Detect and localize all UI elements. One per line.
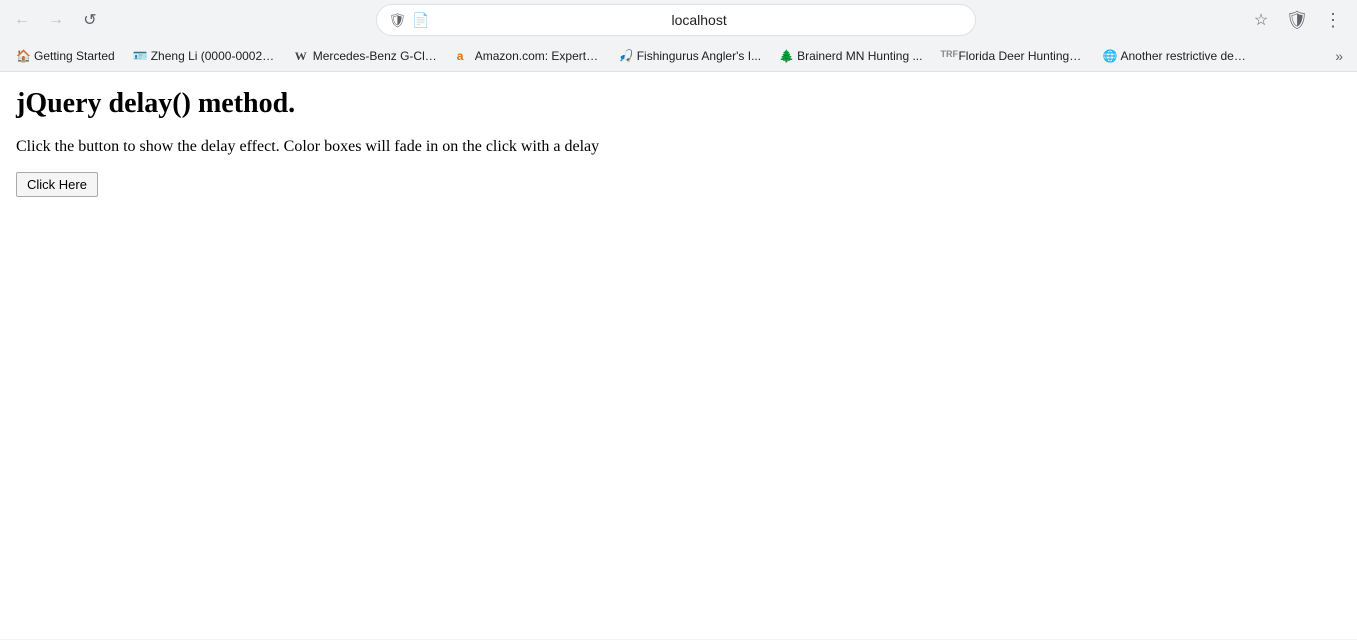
bookmark-favicon-another-restrictive: 🌐: [1102, 49, 1116, 63]
bookmark-label-amazon: Amazon.com: ExpertP...: [475, 49, 601, 63]
bookmark-fishingurus[interactable]: 🎣 Fishingurus Angler's I...: [611, 47, 769, 65]
bookmark-florida-deer[interactable]: TRF Florida Deer Hunting S...: [932, 47, 1092, 65]
bookmark-label-brainerd: Brainerd MN Hunting ...: [797, 49, 922, 63]
bookmark-favicon-getting-started: 🏠: [16, 49, 30, 63]
bookmark-getting-started[interactable]: 🏠 Getting Started: [8, 47, 123, 65]
page-icon: 📄: [412, 12, 429, 29]
shield-icon-button[interactable]: 🛡: [1281, 4, 1313, 36]
bookmark-star-button[interactable]: ☆: [1247, 6, 1275, 34]
bookmark-label-florida-deer: Florida Deer Hunting S...: [958, 49, 1084, 63]
bookmark-favicon-zheng-li: 🪪: [133, 49, 147, 63]
bookmark-label-getting-started: Getting Started: [34, 49, 115, 63]
browser-action-icons: 🛡 ⋮: [1281, 4, 1349, 36]
bookmark-label-another-restrictive: Another restrictive dee...: [1120, 49, 1246, 63]
bookmarks-bar: 🏠 Getting Started 🪪 Zheng Li (0000-0002-…: [0, 40, 1357, 72]
bookmark-favicon-brainerd: 🌲: [779, 49, 793, 63]
bookmark-favicon-amazon: a: [457, 49, 471, 63]
click-here-button[interactable]: Click Here: [16, 172, 98, 197]
back-button[interactable]: ←: [8, 6, 36, 34]
bookmark-brainerd[interactable]: 🌲 Brainerd MN Hunting ...: [771, 47, 930, 65]
address-text: localhost: [436, 12, 963, 28]
bookmark-label-fishingurus: Fishingurus Angler's I...: [637, 49, 761, 63]
bookmark-label-zheng-li: Zheng Li (0000-0002-3...: [151, 49, 277, 63]
bookmark-favicon-mercedes: W: [295, 49, 309, 63]
forward-button[interactable]: →: [42, 6, 70, 34]
bookmark-favicon-fishingurus: 🎣: [619, 49, 633, 63]
page-description: Click the button to show the delay effec…: [16, 138, 1341, 156]
navigation-bar: ← → ↺ 🛡 📄 localhost ☆ 🛡 ⋮: [0, 0, 1357, 40]
address-bar[interactable]: 🛡 📄 localhost: [376, 4, 976, 36]
bookmark-another-restrictive[interactable]: 🌐 Another restrictive dee...: [1094, 47, 1254, 65]
bookmark-amazon[interactable]: a Amazon.com: ExpertP...: [449, 47, 609, 65]
bookmark-label-mercedes: Mercedes-Benz G-Clas...: [313, 49, 439, 63]
bookmark-mercedes[interactable]: W Mercedes-Benz G-Clas...: [287, 47, 447, 65]
more-bookmarks-button[interactable]: »: [1329, 46, 1349, 66]
bookmark-zheng-li[interactable]: 🪪 Zheng Li (0000-0002-3...: [125, 47, 285, 65]
page-content: jQuery delay() method. Click the button …: [0, 72, 1357, 639]
page-title: jQuery delay() method.: [16, 88, 1341, 120]
security-icon: 🛡: [389, 12, 407, 29]
refresh-button[interactable]: ↺: [76, 6, 104, 34]
bookmark-favicon-florida-deer: TRF: [940, 49, 954, 63]
menu-button[interactable]: ⋮: [1317, 4, 1349, 36]
